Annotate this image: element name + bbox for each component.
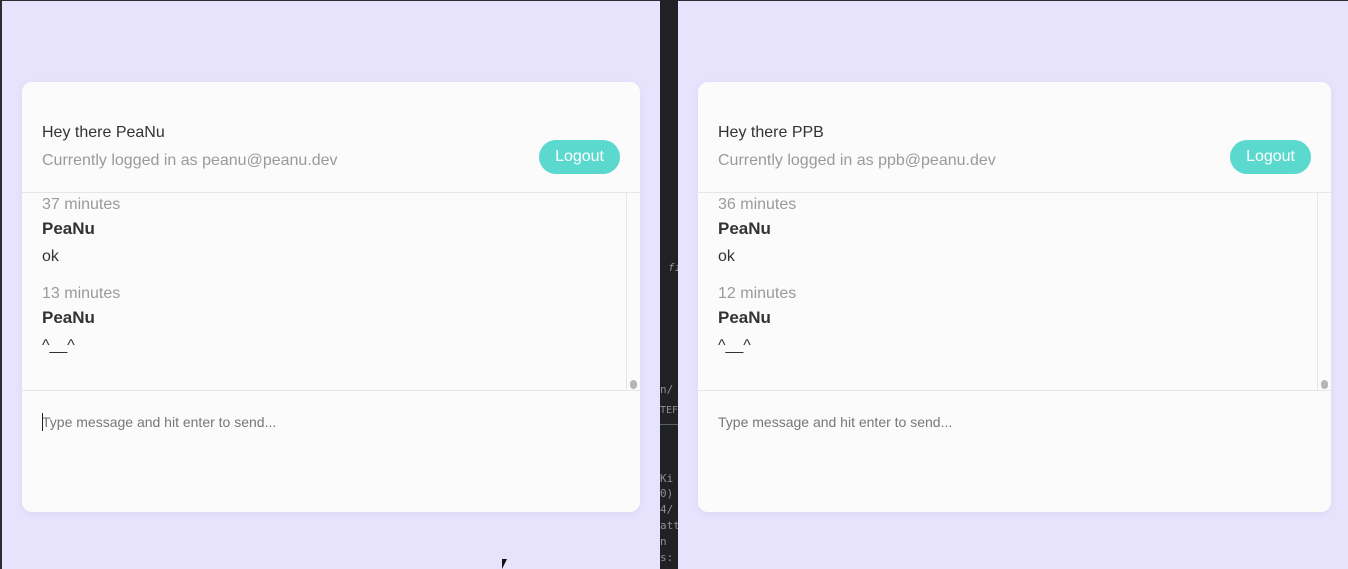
text-caret	[42, 413, 43, 431]
chat-card: Hey there PeaNu Currently logged in as p…	[22, 82, 640, 512]
message-composer	[698, 392, 1331, 512]
chat-header: Hey there PeaNu Currently logged in as p…	[22, 82, 640, 193]
greeting-text: Hey there PeaNu	[42, 124, 165, 141]
login-info-text: Currently logged in as peanu@peanu.dev	[42, 152, 338, 169]
terminal-text: n	[660, 535, 667, 548]
message-list[interactable]: 37 minutes PeaNu ok 13 minutes PeaNu ^__…	[22, 193, 640, 391]
message-text: ^__^	[718, 337, 751, 354]
chat-card: Hey there PPB Currently logged in as ppb…	[698, 82, 1331, 512]
terminal-text: att	[660, 519, 678, 532]
message-timestamp: 37 minutes	[42, 196, 121, 213]
message-item: 12 minutes PeaNu ^__^	[718, 284, 796, 356]
logout-button[interactable]: Logout	[1230, 140, 1311, 174]
arrow-cursor-icon	[502, 559, 507, 569]
message-input[interactable]	[718, 412, 1278, 432]
message-timestamp: 12 minutes	[718, 285, 797, 302]
terminal-text: Ki	[660, 472, 674, 485]
message-author: PeaNu	[718, 219, 771, 238]
logout-button[interactable]: Logout	[539, 140, 620, 174]
terminal-text: fi	[668, 261, 678, 274]
message-text: ok	[718, 248, 735, 265]
chat-window-left: Hey there PeaNu Currently logged in as p…	[0, 0, 660, 569]
message-input[interactable]	[42, 412, 602, 432]
message-scrollbar[interactable]	[1317, 193, 1331, 390]
chat-window-right: Hey there PPB Currently logged in as ppb…	[678, 0, 1348, 569]
greeting-text: Hey there PPB	[718, 124, 824, 141]
message-list[interactable]: 36 minutes PeaNu ok 12 minutes PeaNu ^__…	[698, 193, 1331, 391]
message-author: PeaNu	[42, 308, 95, 327]
terminal-text: n/	[660, 383, 674, 396]
background-terminal-strip: fi n/ TEF Ki 0) 4/ att n s:	[660, 0, 678, 569]
message-author: PeaNu	[718, 308, 771, 327]
terminal-text: 0)	[660, 487, 674, 500]
login-info-text: Currently logged in as ppb@peanu.dev	[718, 152, 996, 169]
message-item: 36 minutes PeaNu ok	[718, 195, 796, 267]
terminal-divider	[660, 424, 678, 425]
message-author: PeaNu	[42, 219, 95, 238]
terminal-text: s:	[660, 551, 674, 564]
message-item: 13 minutes PeaNu ^__^	[42, 284, 120, 356]
message-text: ok	[42, 248, 59, 265]
message-scrollbar[interactable]	[626, 193, 640, 390]
message-timestamp: 13 minutes	[42, 285, 121, 302]
message-text: ^__^	[42, 337, 75, 354]
terminal-text: TEF	[660, 405, 678, 416]
message-composer	[22, 392, 640, 512]
scrollbar-thumb[interactable]	[630, 380, 637, 389]
message-item: 37 minutes PeaNu ok	[42, 195, 120, 267]
scrollbar-thumb[interactable]	[1321, 380, 1328, 389]
message-timestamp: 36 minutes	[718, 196, 797, 213]
chat-header: Hey there PPB Currently logged in as ppb…	[698, 82, 1331, 193]
terminal-text: 4/	[660, 503, 674, 516]
